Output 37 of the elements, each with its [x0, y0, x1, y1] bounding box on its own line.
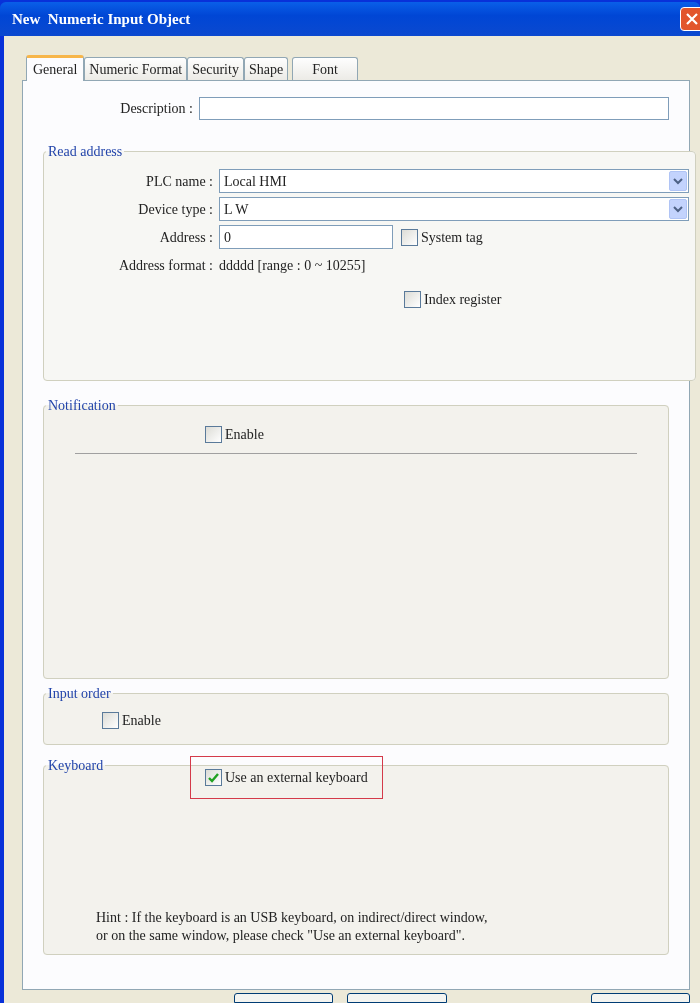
tab[interactable]: General: [26, 55, 85, 81]
checkbox-box[interactable]: [401, 228, 418, 246]
field-label: Address format :: [117, 256, 214, 275]
check-icon: [208, 772, 219, 783]
description-field[interactable]: [199, 96, 669, 120]
dropdown[interactable]: Local HMI: [219, 169, 689, 193]
dropdown[interactable]: L W: [219, 197, 689, 221]
field-label: Device type :: [137, 200, 214, 219]
close-icon: [686, 13, 698, 25]
dialog-button[interactable]: [234, 993, 334, 1003]
checkbox-box[interactable]: [102, 712, 119, 729]
group-title: Read address: [47, 143, 124, 161]
field-label: PLC name :: [145, 172, 214, 191]
hint-text: Hint : If the keyboard is an USB keyboard, on indirect/direct window, or on the same window, please check "Use an external keyboard".: [95, 909, 489, 945]
checkbox-box[interactable]: [404, 291, 421, 308]
group-title: Keyboard: [47, 757, 105, 775]
checkbox[interactable]: System tag: [401, 226, 483, 248]
close-button[interactable]: [680, 7, 700, 31]
address-field[interactable]: 0: [219, 225, 393, 249]
dialog-button[interactable]: [590, 993, 690, 1003]
checkbox[interactable]: Enable: [205, 424, 662, 445]
tab[interactable]: Shape: [243, 57, 289, 80]
dialog-button[interactable]: [347, 993, 447, 1003]
address-format-text: ddddd [range : 0 ~ 10255]: [219, 256, 366, 275]
window-title: New Numeric Input Object: [12, 9, 191, 29]
tab[interactable]: Font: [292, 57, 359, 80]
group-title: Notification: [47, 397, 117, 415]
checkbox[interactable]: Enable: [102, 710, 662, 731]
field-label: Address :: [158, 228, 214, 247]
checkbox-box[interactable]: [205, 426, 222, 443]
checkbox[interactable]: Index register: [404, 289, 502, 310]
checkbox[interactable]: Use an external keyboard: [205, 767, 368, 788]
field-label: Description :: [119, 99, 194, 118]
tab[interactable]: Numeric Format: [84, 57, 188, 80]
group-title: Input order: [47, 685, 112, 703]
checkbox-box[interactable]: [205, 769, 222, 786]
tab[interactable]: Security: [187, 57, 244, 80]
